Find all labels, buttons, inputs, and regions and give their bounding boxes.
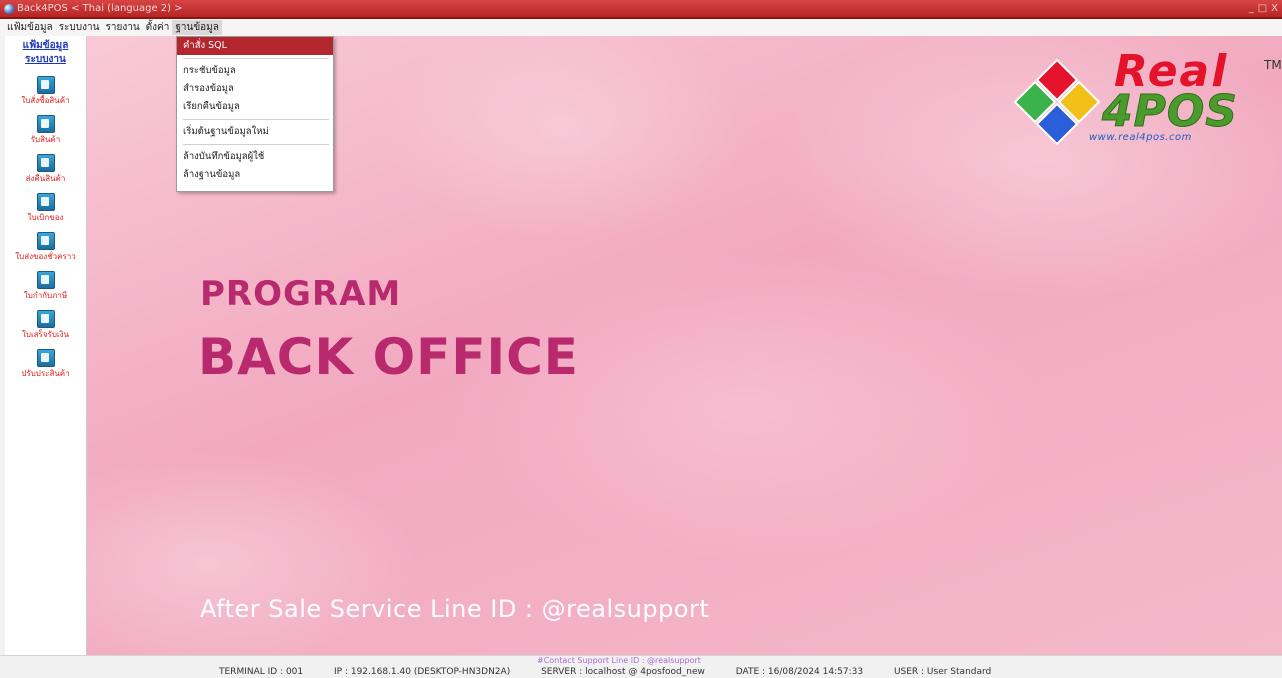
logo-url: www.real4pos.com	[1089, 132, 1192, 143]
menu-item-compact[interactable]: กระชับข้อมูล	[177, 62, 333, 80]
support-text: After Sale Service Line ID : @realsuppor…	[200, 595, 710, 623]
app-icon	[4, 3, 14, 14]
program-heading: PROGRAM	[200, 274, 402, 314]
menu-system[interactable]: ระบบงาน	[56, 20, 103, 35]
sidebar-item-adjust[interactable]: ปรับประสินค้า	[5, 349, 86, 379]
adjust-icon	[36, 349, 55, 367]
requisition-icon	[36, 193, 55, 211]
sidebar-item-label: ใบสั่งซื้อสินค้า	[21, 96, 70, 105]
menu-item-restore[interactable]: เรียกคืนข้อมูล	[177, 98, 333, 116]
status-date: DATE : 16/08/2024 14:57:33	[735, 667, 864, 677]
status-bar: #Contact Support Line ID : @realsupport …	[0, 655, 1282, 678]
sidebar-item-return[interactable]: ส่งคืนสินค้า	[5, 154, 86, 184]
logo-tm: TM	[1264, 58, 1282, 72]
sidebar-item-delivery[interactable]: ใบส่งของชั่วคราว	[5, 232, 86, 262]
sidebar-item-tax-invoice[interactable]: ใบกำกับภาษี	[5, 271, 86, 301]
menu-item-clear-user-log[interactable]: ล้างบันทึกข้อมูลผู้ใช้	[177, 148, 333, 166]
database-dropdown-menu: คำสั่ง SQL กระชับข้อมูล สำรองข้อมูล เรีย…	[176, 36, 334, 192]
sidebar-link-files[interactable]: แฟ้มข้อมูล	[5, 39, 86, 53]
menu-database[interactable]: ฐานข้อมูล	[172, 20, 222, 35]
status-terminal: TERMINAL ID : 001	[219, 667, 304, 677]
menu-file[interactable]: แฟ้มข้อมูล	[4, 20, 56, 35]
sidebar-link-system[interactable]: ระบบงาน	[5, 53, 86, 67]
receive-icon	[36, 115, 55, 133]
sidebar-header: แฟ้มข้อมูล ระบบงาน	[5, 36, 86, 67]
logo-4pos-text: 4POS	[1102, 86, 1238, 138]
menu-item-sql-command[interactable]: คำสั่ง SQL	[177, 37, 333, 55]
menu-settings[interactable]: ตั้งค่า	[143, 20, 173, 35]
sidebar-item-purchase-order[interactable]: ใบสั่งซื้อสินค้า	[5, 76, 86, 106]
sidebar-item-label: ปรับประสินค้า	[21, 369, 70, 378]
menu-separator	[183, 119, 329, 120]
sidebar-item-label: ใบส่งของชั่วคราว	[15, 252, 76, 261]
sidebar-item-label: ใบเสร็จรับเงิน	[21, 330, 70, 339]
menu-separator	[183, 144, 329, 145]
sidebar: แฟ้มข้อมูล ระบบงาน ใบสั่งซื้อสินค้า รับส…	[5, 36, 87, 655]
menu-item-clear-database[interactable]: ล้างฐานข้อมูล	[177, 166, 333, 184]
sidebar-item-label: ใบเบิกของ	[27, 213, 64, 222]
menu-report[interactable]: รายงาน	[102, 20, 142, 35]
window-controls: _ □ X	[1249, 2, 1278, 16]
sidebar-item-label: รับสินค้า	[30, 135, 61, 144]
tax-invoice-icon	[36, 271, 55, 289]
sidebar-item-receipt[interactable]: ใบเสร็จรับเงิน	[5, 310, 86, 340]
status-ip: IP : 192.168.1.40 (DESKTOP-HN3DN2A)	[334, 667, 511, 677]
minimize-icon[interactable]: _	[1249, 2, 1254, 16]
receipt-icon	[36, 310, 55, 328]
sidebar-item-requisition[interactable]: ใบเบิกของ	[5, 193, 86, 223]
status-line: TERMINAL ID : 001 IP : 192.168.1.40 (DES…	[219, 667, 1019, 677]
delivery-icon	[36, 232, 55, 250]
menu-separator	[183, 58, 329, 59]
status-user: USER : User Standard	[893, 667, 992, 677]
close-icon[interactable]: X	[1271, 2, 1278, 16]
contact-support-text: #Contact Support Line ID : @realsupport	[537, 656, 701, 665]
return-icon	[36, 154, 55, 172]
maximize-icon[interactable]: □	[1258, 2, 1267, 16]
doc-icon	[36, 76, 55, 94]
sidebar-item-label: ส่งคืนสินค้า	[25, 174, 66, 183]
back-office-heading: BACK OFFICE	[198, 328, 579, 386]
window-title: Back4POS < Thai (language 2) >	[17, 3, 183, 14]
real4pos-logo: Real TM 4POS www.real4pos.com	[1007, 46, 1282, 150]
menu-bar: แฟ้มข้อมูล ระบบงาน รายงาน ตั้งค่า ฐานข้อ…	[0, 19, 1282, 36]
menu-item-new-database[interactable]: เริ่มต้นฐานข้อมูลใหม่	[177, 123, 333, 141]
title-bar: Back4POS < Thai (language 2) > _ □ X	[0, 0, 1282, 19]
sidebar-item-label: ใบกำกับภาษี	[23, 291, 68, 300]
sidebar-item-receive[interactable]: รับสินค้า	[5, 115, 86, 145]
menu-item-backup[interactable]: สำรองข้อมูล	[177, 80, 333, 98]
status-server: SERVER : localhost @ 4posfood_new	[541, 667, 705, 677]
